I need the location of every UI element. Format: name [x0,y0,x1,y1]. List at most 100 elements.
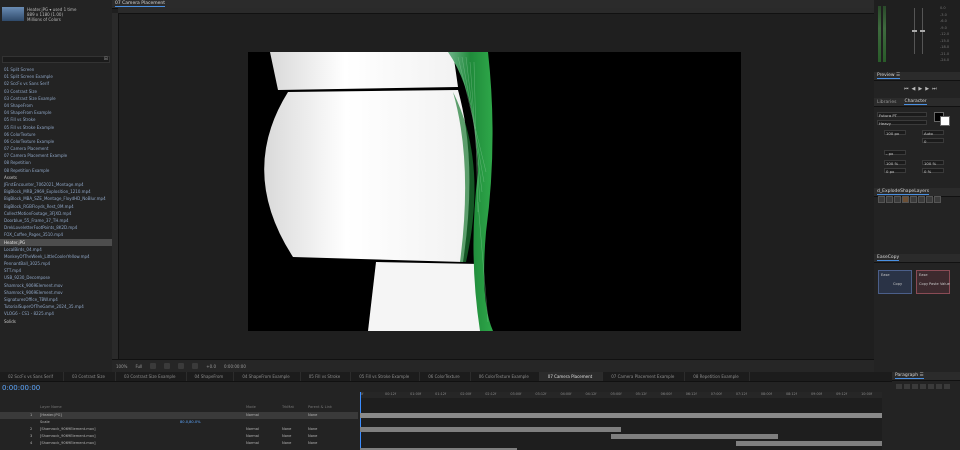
layer-num[interactable]: 3 [30,433,32,440]
tab-character[interactable]: Character [904,99,927,105]
ease-copy-tile[interactable]: Ease Copy [878,270,912,294]
project-item[interactable]: 01 Split Screen [0,66,112,73]
layer-mode[interactable]: Normal [246,433,259,440]
project-item[interactable]: VLOG6 - CS1 - 8225.mp4 [0,310,112,317]
current-time-indicator[interactable] [360,392,361,450]
font-size-field[interactable]: 100 px [884,130,906,136]
layer-parent[interactable]: None [308,440,317,447]
project-search-input[interactable]: ⊞ [2,56,110,63]
project-item[interactable]: Solids [0,318,112,325]
timeline-tracks[interactable]: 0f 00:12f 01:00f 01:12f 02:00f 02:12f 03:00f 03… [360,392,882,450]
project-item[interactable]: BigBlock_MBA_SZE_Montage_FloydHD_NoBlur.… [0,195,112,202]
horizontal-scale-field[interactable]: 100 % [922,160,944,166]
justify-all-icon[interactable] [944,384,950,389]
ease-paste-tile[interactable]: Ease Copy Paste Value [916,270,950,294]
next-frame-icon[interactable]: ▶ [925,86,929,92]
layer-duration-bar[interactable] [360,413,882,418]
project-item[interactable]: SignaturesOffice_TBW.mp4 [0,296,112,303]
first-frame-icon[interactable]: ⏮ [904,86,909,92]
fader-knob-right[interactable] [920,30,925,32]
project-item[interactable]: PennantBall_3025.mp4 [0,260,112,267]
region-of-interest-icon[interactable] [150,363,157,369]
timeline-tab[interactable]: 07 Camera Placement [539,372,604,381]
project-item[interactable]: 06 ColorTexture [0,131,112,138]
layer-parent[interactable]: None [308,426,317,433]
baseline-shift-field[interactable]: 0 px [884,168,906,174]
layer-num[interactable]: 1 [30,412,32,419]
project-item[interactable]: 03 Contrast Size Example [0,95,112,102]
project-item[interactable]: STT.mp4 [0,267,112,274]
prev-frame-icon[interactable]: ◀ [912,86,916,92]
layer-row[interactable]: 4 [Shamrock_9069Element.mov] Normal None Non… [0,440,358,447]
project-item[interactable]: 04 ShapeFrom Example [0,109,112,116]
tracking-field[interactable]: 0 [922,138,944,144]
camera-icon[interactable] [192,363,199,369]
star-icon[interactable] [918,196,925,203]
transparency-grid-icon[interactable] [164,363,171,369]
layer-mode[interactable]: Normal [246,426,259,433]
merge-icon[interactable] [894,196,901,203]
layer-mode[interactable]: Normal [246,440,259,447]
align-left-icon[interactable] [896,384,902,389]
timeline-tab[interactable]: 08 Repetition Example [685,372,750,381]
project-item[interactable]: 07 Camera Placement Example [0,152,112,159]
timeline-tab[interactable]: 03 Contrast Size Example [116,372,187,381]
timeline-tab[interactable]: 04 ShapeFrom [187,372,235,381]
stroke-color-swatch[interactable] [940,116,950,126]
font-family-select[interactable]: Futura PT [877,112,927,118]
fader-knob-left[interactable] [912,30,917,32]
viewer-tab[interactable]: 07 Camera Placement [115,1,165,7]
project-item[interactable]: FOX_Coffee_Pages_3510.mp4 [0,231,112,238]
project-item[interactable]: JFirstEncounter_7062021_Montage.mp4 [0,181,112,188]
project-item[interactable]: USB_9230_Decompose [0,274,112,281]
mask-visibility-icon[interactable] [178,363,185,369]
project-item[interactable]: LocalBirds_04.mp4 [0,246,112,253]
tab-libraries[interactable]: Libraries [877,100,896,105]
zoom-dropdown[interactable]: 100% [116,364,127,369]
layer-duration-bar[interactable] [360,427,621,432]
scale-value[interactable]: 80.0,80.0% [180,419,201,426]
justify-center-icon[interactable] [928,384,934,389]
layer-row[interactable]: 3 [Shamrock_9069Element.mov] Normal None Non… [0,433,358,440]
last-frame-icon[interactable]: ⏭ [932,86,937,92]
timeline-tab[interactable]: 04 ShapeFrom Example [234,372,301,381]
project-item[interactable]: 04 ShapeFrom [0,102,112,109]
layer-num[interactable]: 4 [30,440,32,447]
layer-trk[interactable]: None [282,440,291,447]
project-item[interactable]: 03 Contrast Size [0,88,112,95]
copy-button[interactable]: Copy [893,282,902,286]
project-item[interactable]: Shamrock_9069Element.mov [0,289,112,296]
layer-num[interactable]: 2 [30,426,32,433]
project-item[interactable]: 02 SccFx vs Sans Serif [0,80,112,87]
project-item[interactable]: TutorialSuperOfTheGame_2024_35.mp4 [0,303,112,310]
timeline-tab[interactable]: 03 Contrast Size [64,372,116,381]
time-ruler[interactable]: 0f 00:12f 01:00f 01:12f 02:00f 02:12f 03:00f 03… [360,392,882,398]
layer-row[interactable]: 1 [Heater.jPG] Normal None [0,412,358,419]
gear-icon[interactable] [934,196,941,203]
project-item[interactable]: Doorblue_55_Frame_37_TH.mp4 [0,217,112,224]
play-icon[interactable]: ▶ [918,86,922,92]
timeline-tab[interactable]: 02 SccFx vs Sans Serif [0,372,65,381]
layer-trk[interactable]: None [282,426,291,433]
project-item[interactable]: MonkeyOfTheWeek_LittleCoolerYellow.mp4 [0,253,112,260]
timeline-tab[interactable]: 06 ColorTexture Example [471,372,540,381]
square-outline-icon[interactable] [926,196,933,203]
vertical-scale-field[interactable]: 100 % [884,160,906,166]
project-item[interactable]: 08 Repetition [0,159,112,166]
project-item[interactable]: CollectMotionFootage_3FJXD.mp4 [0,210,112,217]
align-center-icon[interactable] [904,384,910,389]
stroke-width-field[interactable]: - px [884,150,906,156]
layer-row[interactable]: 2 [Shamrock_9069Element.mov] Normal None Non… [0,426,358,433]
project-item[interactable]: Assets [0,174,112,181]
project-item[interactable]: 05 Fill vs Stroke Example [0,124,112,131]
paste-button[interactable]: Paste [929,282,939,286]
layer-parent[interactable]: None [308,412,317,419]
layer-trk[interactable]: None [282,433,291,440]
project-item[interactable]: Heater.jPG [0,238,112,246]
exposure-value[interactable]: +0.0 [206,364,216,369]
timeline-tab[interactable]: 07 Camera Placement Example [603,372,686,381]
project-item[interactable]: DrekLoveletterFootPoints_8K2D.mp4 [0,224,112,231]
timeline-tab[interactable]: 05 Fill vs Stroke [301,372,352,381]
project-item[interactable]: 08 Repetition Example [0,167,112,174]
tsume-field[interactable]: 0 % [922,168,944,174]
